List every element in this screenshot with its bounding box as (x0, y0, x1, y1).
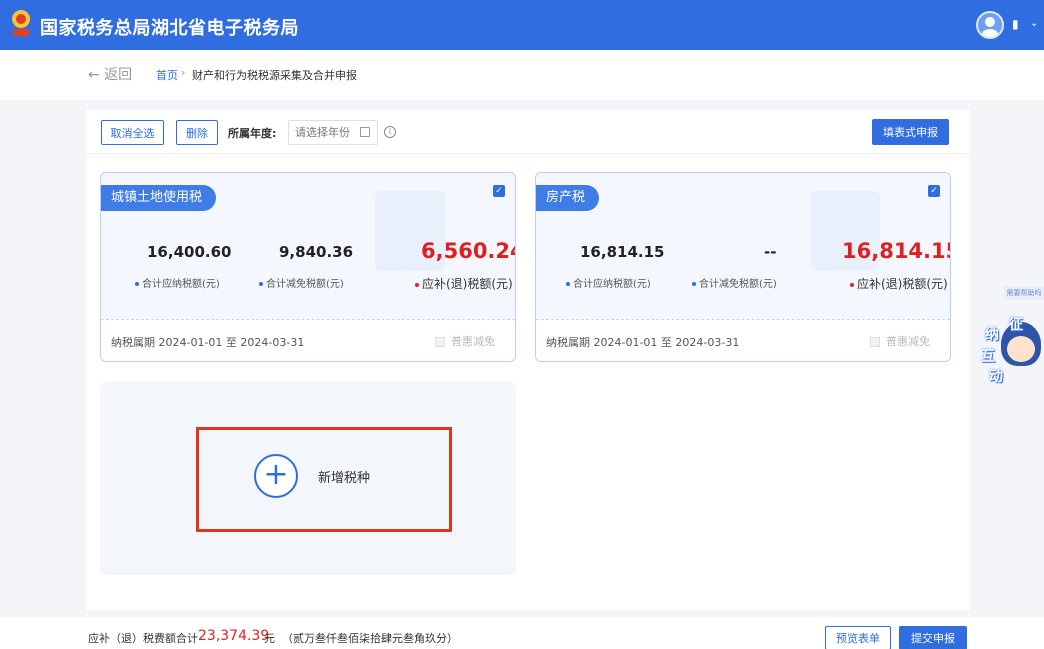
footer-bar: 应补（退）税费额合计 23,374.39 元 （贰万叁仟叁佰柒拾肆元叁角玖分） … (0, 617, 1044, 649)
highlight-box (196, 427, 452, 532)
payable-amount: 16,814.15 (580, 243, 665, 261)
tax-card-property[interactable]: 房产税 ✓ 16,814.15 合计应纳税额(元) -- 合计减免税额(元) 1… (535, 172, 951, 362)
top-bar: 国家税务总局湖北省电子税务局 ▮ ⌄ (0, 0, 1044, 50)
due-amount: 16,814.15 (842, 239, 951, 263)
fill-form-declare-button[interactable]: 填表式申报 (872, 119, 949, 145)
tax-emblem-logo (12, 10, 30, 36)
due-label: 应补(退)税额(元) (415, 275, 513, 292)
tax-card-land-use[interactable]: 城镇土地使用税 ✓ 16,400.60 合计应纳税额(元) 9,840.36 合… (100, 172, 516, 362)
total-unit: 元 (264, 632, 275, 645)
toolbar: 取消全选 删除 所属年度: i 填表式申报 (86, 110, 970, 154)
total-amount: 23,374.39 (198, 628, 270, 644)
breadcrumb-current: 财产和行为税税源采集及合并申报 (192, 69, 357, 82)
breadcrumb: ← 返回 首页 › 财产和行为税税源采集及合并申报 (0, 50, 1044, 100)
app-title: 国家税务总局湖北省电子税务局 (40, 18, 299, 39)
card-footer: 纳税属期 2024-01-01 至 2024-03-31 普惠减免 (536, 319, 950, 361)
year-label: 所属年度: (228, 127, 277, 140)
preview-form-button[interactable]: 预览表单 (825, 626, 891, 649)
assistant-face (1007, 336, 1035, 362)
due-amount: 6,560.24 (421, 239, 516, 263)
interaction-assistant-icon[interactable]: 纳 征 互 动 (979, 314, 1044, 392)
user-avatar-icon[interactable] (976, 11, 1004, 39)
chevron-down-icon[interactable]: ⌄ (1030, 18, 1038, 29)
declaration-panel: 取消全选 删除 所属年度: i 填表式申报 城镇土地使用税 ✓ 16,400.6… (86, 110, 970, 610)
card-footer: 纳税属期 2024-01-01 至 2024-03-31 普惠减免 (101, 319, 515, 361)
total-amount-words: （贰万叁仟叁佰柒拾肆元叁角玖分） (282, 632, 458, 645)
checkbox-icon (870, 337, 880, 347)
reduction-label: 合计减免税额(元) (259, 275, 344, 290)
add-tax-area[interactable]: + 新增税种 (100, 382, 516, 575)
reduction-amount: -- (764, 243, 777, 261)
checkbox-icon (435, 337, 445, 347)
reduction-amount: 9,840.36 (279, 243, 354, 261)
submit-declaration-button[interactable]: 提交申报 (899, 626, 967, 649)
breadcrumb-separator: › (181, 66, 186, 79)
payable-label: 合计应纳税额(元) (135, 275, 220, 290)
tax-period: 纳税属期 2024-01-01 至 2024-03-31 (546, 336, 740, 349)
card-checkbox[interactable]: ✓ (493, 185, 505, 197)
card-checkbox[interactable]: ✓ (928, 185, 940, 197)
info-icon[interactable]: i (384, 126, 396, 138)
payable-amount: 16,400.60 (147, 243, 232, 261)
reduction-label: 合计减免税额(元) (692, 275, 777, 290)
total-label: 应补（退）税费额合计 (88, 632, 198, 645)
tax-period: 纳税属期 2024-01-01 至 2024-03-31 (111, 336, 305, 349)
user-name[interactable]: ▮ (1012, 17, 1019, 31)
deselect-all-button[interactable]: 取消全选 (101, 120, 164, 145)
tax-type-tag: 房产税 (536, 185, 600, 211)
breadcrumb-home-link[interactable]: 首页 (156, 67, 178, 83)
help-tab[interactable]: 需要帮助吗 (1004, 286, 1044, 300)
back-link[interactable]: ← 返回 (88, 64, 132, 84)
delete-button[interactable]: 删除 (176, 120, 218, 145)
side-char: 纳 (985, 327, 999, 343)
due-label: 应补(退)税额(元) (850, 275, 948, 292)
side-char: 互 (981, 349, 995, 365)
side-char: 征 (1009, 317, 1023, 333)
tax-type-tag: 城镇土地使用税 (101, 185, 217, 211)
relief-checkbox[interactable]: 普惠减免 (870, 333, 930, 349)
payable-label: 合计应纳税额(元) (566, 275, 651, 290)
relief-checkbox[interactable]: 普惠减免 (435, 333, 495, 349)
side-char: 动 (989, 369, 1003, 385)
calendar-icon[interactable] (360, 127, 370, 137)
